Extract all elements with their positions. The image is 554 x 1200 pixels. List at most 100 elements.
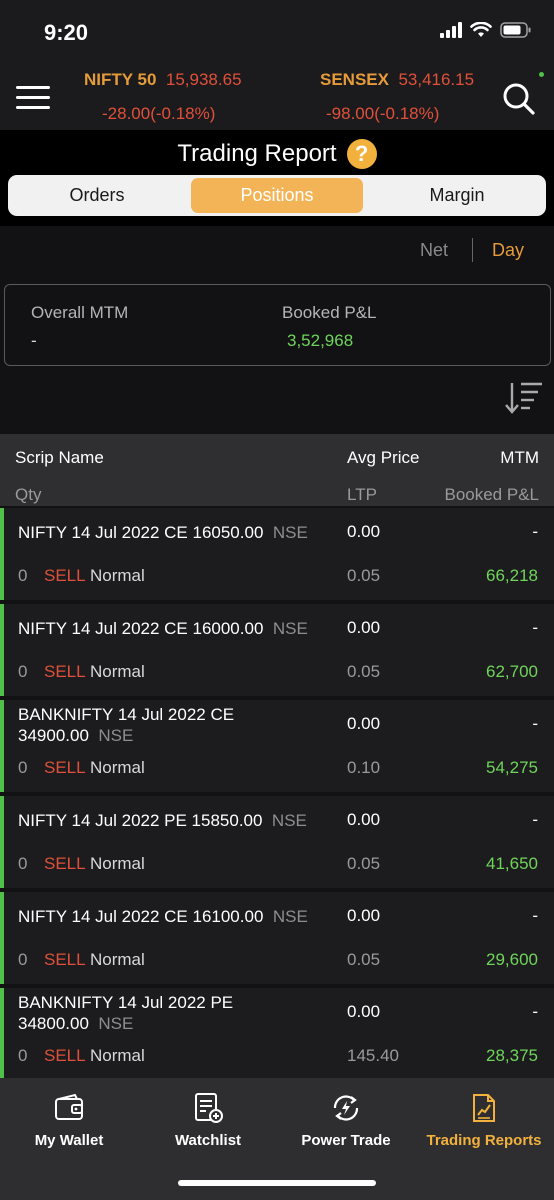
booked-pnl: 29,600	[486, 950, 538, 969]
scrip-name: BANKNIFTY 14 Jul 2022 CE 34900.00 NSE	[18, 705, 235, 745]
period-day-toggle[interactable]: Day	[492, 240, 524, 261]
nav-my-wallet[interactable]: My Wallet	[0, 1092, 138, 1149]
order-side: SELL	[44, 950, 86, 969]
trading-reports-icon	[473, 1094, 495, 1122]
table-header: Scrip Name Avg Price MTM Qty LTP Booked …	[0, 434, 554, 506]
nifty-change: -28.00(-0.18%)	[102, 104, 216, 123]
scrip-name: NIFTY 14 Jul 2022 CE 16000.00 NSE	[18, 619, 308, 638]
scrip-name: NIFTY 14 Jul 2022 CE 16050.00 NSE	[18, 523, 308, 542]
status-icons	[440, 22, 532, 38]
mtm-value: -	[532, 618, 538, 637]
nifty-name: NIFTY 50	[84, 70, 157, 89]
wifi-icon	[470, 22, 492, 37]
avg-price: 0.00	[347, 1002, 381, 1021]
product-type: Normal	[90, 566, 145, 585]
avg-price: 0.00	[347, 714, 381, 733]
ticker-bar: NIFTY 50 15,938.65 -28.00(-0.18%) SENSEX…	[0, 66, 554, 130]
ltp: 145.40	[347, 1046, 399, 1065]
sensex-value: 53,416.15	[398, 70, 475, 89]
nav-trading-reports[interactable]: Trading Reports	[415, 1092, 553, 1149]
home-indicator[interactable]	[178, 1180, 376, 1186]
tab-margin[interactable]: Margin	[372, 178, 542, 213]
qty: 0	[18, 1046, 28, 1065]
header-ltp: LTP	[347, 485, 377, 504]
booked-pnl-label: Booked P&L	[282, 303, 377, 322]
sensex-name: SENSEX	[320, 70, 389, 89]
qty: 0	[18, 854, 28, 873]
qty: 0	[18, 662, 28, 681]
avg-price: 0.00	[347, 522, 381, 541]
help-icon[interactable]: ?	[346, 139, 377, 169]
wallet-icon	[55, 1093, 83, 1120]
header-qty: Qty	[15, 485, 42, 504]
battery-icon	[500, 22, 531, 38]
exchange-label: NSE	[98, 1014, 134, 1033]
mtm-value: -	[532, 714, 538, 733]
search-icon[interactable]	[502, 82, 536, 116]
product-type: Normal	[90, 758, 145, 777]
position-row[interactable]: NIFTY 14 Jul 2022 CE 16100.00 NSE 0.00 -…	[0, 892, 554, 984]
nav-watchlist[interactable]: Watchlist	[139, 1092, 277, 1149]
power-trade-icon	[333, 1095, 359, 1121]
positions-content: Net Day Overall MTM - Booked P&L 3,52,96…	[0, 226, 554, 1078]
period-net-toggle[interactable]: Net	[420, 240, 448, 261]
order-side: SELL	[44, 566, 86, 585]
avg-price: 0.00	[347, 906, 381, 925]
nifty-ticker[interactable]: NIFTY 50 15,938.65 -28.00(-0.18%)	[84, 70, 242, 123]
overall-mtm-label: Overall MTM	[31, 303, 129, 322]
order-side: SELL	[44, 662, 86, 681]
mtm-value: -	[532, 1002, 538, 1021]
booked-pnl: 66,218	[486, 566, 538, 585]
booked-pnl: 28,375	[486, 1046, 538, 1065]
nav-label: My Wallet	[34, 1132, 104, 1149]
nifty-value: 15,938.65	[165, 70, 242, 89]
scrip-name: NIFTY 14 Jul 2022 CE 16100.00 NSE	[18, 907, 308, 926]
sensex-change: -98.00(-0.18%)	[326, 104, 440, 123]
booked-pnl: 41,650	[486, 854, 538, 873]
header-avg-price: Avg Price	[347, 448, 420, 467]
exchange-label: NSE	[272, 619, 308, 638]
avg-price: 0.00	[347, 618, 381, 637]
status-bar: 9:20	[0, 0, 554, 66]
header-booked-pnl: Booked P&L	[444, 485, 539, 504]
page-title: Trading Report ?	[0, 134, 554, 174]
product-type: Normal	[90, 950, 145, 969]
period-divider	[472, 238, 473, 262]
avg-price: 0.00	[347, 810, 381, 829]
nav-label: Watchlist	[174, 1132, 242, 1149]
sensex-ticker[interactable]: SENSEX 53,416.15 -98.00(-0.18%)	[320, 70, 475, 123]
mtm-value: -	[532, 810, 538, 829]
header-mtm: MTM	[500, 448, 539, 467]
qty: 0	[18, 758, 28, 777]
booked-pnl: 62,700	[486, 662, 538, 681]
mtm-value: -	[532, 906, 538, 925]
ltp: 0.05	[347, 950, 381, 969]
watchlist-icon	[195, 1093, 223, 1123]
position-row[interactable]: NIFTY 14 Jul 2022 PE 15850.00 NSE 0.00 -…	[0, 796, 554, 888]
page-title-text: Trading Report	[177, 140, 337, 167]
order-side: SELL	[44, 854, 86, 873]
position-row[interactable]: NIFTY 14 Jul 2022 CE 16050.00 NSE 0.00 -…	[0, 508, 554, 600]
product-type: Normal	[90, 1046, 145, 1065]
nav-power-trade[interactable]: Power Trade	[277, 1092, 415, 1149]
nav-label: Trading Reports	[426, 1132, 542, 1149]
exchange-label: NSE	[272, 907, 308, 926]
tab-orders[interactable]: Orders	[12, 178, 182, 213]
summary-card: Overall MTM - Booked P&L 3,52,968	[4, 284, 551, 366]
ltp: 0.05	[347, 854, 381, 873]
position-row[interactable]: BANKNIFTY 14 Jul 2022 PE 34800.00 NSE 0.…	[0, 988, 554, 1078]
live-indicator	[539, 72, 544, 77]
order-side: SELL	[44, 758, 86, 777]
scrip-name: BANKNIFTY 14 Jul 2022 PE 34800.00 NSE	[18, 993, 234, 1033]
position-row[interactable]: NIFTY 14 Jul 2022 CE 16000.00 NSE 0.00 -…	[0, 604, 554, 696]
product-type: Normal	[90, 662, 145, 681]
order-side: SELL	[44, 1046, 86, 1065]
mtm-value: -	[532, 522, 538, 541]
product-type: Normal	[90, 854, 145, 873]
sort-icon[interactable]	[504, 380, 544, 416]
exchange-label: NSE	[272, 523, 308, 542]
hamburger-menu-icon[interactable]	[16, 86, 50, 110]
ltp: 0.10	[347, 758, 381, 777]
tab-positions[interactable]: Positions	[191, 178, 363, 213]
position-row[interactable]: BANKNIFTY 14 Jul 2022 CE 34900.00 NSE 0.…	[0, 700, 554, 792]
